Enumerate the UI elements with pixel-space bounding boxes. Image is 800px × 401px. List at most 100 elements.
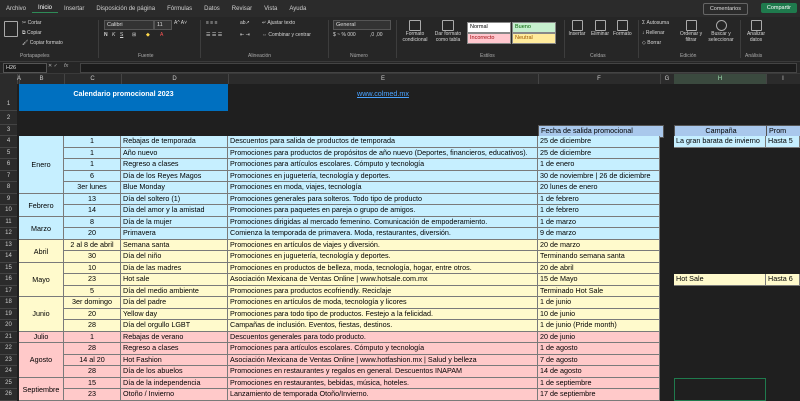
- event-cell[interactable]: Rebajas de temporada: [121, 136, 228, 148]
- row-header-5[interactable]: 5: [0, 147, 17, 159]
- release-date-cell[interactable]: Terminando semana santa: [538, 251, 660, 263]
- column-header-b[interactable]: B: [19, 74, 65, 84]
- day-cell[interactable]: 28: [64, 343, 121, 355]
- menu-ayuda[interactable]: Ayuda: [283, 6, 312, 12]
- event-cell[interactable]: Día del orgullo LGBT: [121, 320, 228, 332]
- font-color-icon[interactable]: A: [160, 32, 163, 38]
- italic-icon[interactable]: K: [112, 32, 115, 38]
- column-header-d[interactable]: D: [121, 74, 229, 84]
- row-header-1[interactable]: 1: [0, 84, 17, 111]
- promotion-cell[interactable]: Promociones en artículos de moda, tecnol…: [228, 297, 538, 309]
- release-date-cell[interactable]: 20 de abril: [538, 262, 660, 274]
- month-cell[interactable]: Abril: [19, 239, 64, 263]
- release-date-cell[interactable]: 20 de junio: [538, 331, 660, 343]
- promotion-cell[interactable]: Asociación Mexicana de Ventas Online | w…: [228, 354, 538, 366]
- insert-cells-button[interactable]: Insertar: [568, 20, 586, 37]
- row-header-15[interactable]: 15: [0, 262, 17, 274]
- day-cell[interactable]: 14: [64, 205, 121, 217]
- row-header-7[interactable]: 7: [0, 170, 17, 182]
- row-header-20[interactable]: 20: [0, 320, 17, 332]
- row-header-21[interactable]: 21: [0, 331, 17, 343]
- release-date-cell[interactable]: 1 de marzo: [538, 216, 660, 228]
- format-as-table-button[interactable]: Dar formato como tabla: [432, 20, 464, 43]
- row-header-13[interactable]: 13: [0, 239, 17, 251]
- column-header-h[interactable]: H: [674, 74, 767, 84]
- promotion-cell[interactable]: Promociones generales para solteros. Tod…: [228, 193, 538, 205]
- row-header-2[interactable]: 2: [0, 111, 17, 125]
- clear-button[interactable]: ◇ Borrar: [642, 40, 661, 46]
- release-date-cell[interactable]: 1 de febrero: [538, 205, 660, 217]
- spreadsheet-grid[interactable]: 1 2 3 4 5 6 7 8 9 10 11 12 13 14 15 16 17 18 19 20 21 22 23 24 2…: [0, 84, 800, 401]
- menu-insertar[interactable]: Insertar: [58, 6, 90, 12]
- day-cell[interactable]: 20: [64, 228, 121, 240]
- promotion-cell[interactable]: Promociones en restaurantes, bebidas, mú…: [228, 377, 538, 389]
- underline-icon[interactable]: S: [120, 32, 123, 38]
- promotion-cell[interactable]: Promociones para artículos escolares. Có…: [228, 343, 538, 355]
- day-cell[interactable]: 5: [64, 285, 121, 297]
- column-header-e[interactable]: E: [228, 74, 539, 84]
- release-date-cell[interactable]: 20 lunes de enero: [538, 182, 660, 194]
- row-header-24[interactable]: 24: [0, 366, 17, 378]
- month-cell[interactable]: Junio: [19, 297, 64, 332]
- row-header-26[interactable]: 26: [0, 389, 17, 401]
- menu-inicio[interactable]: Inicio: [32, 5, 59, 13]
- promotion-cell[interactable]: Promociones para artículos escolares. Có…: [228, 159, 538, 171]
- event-cell[interactable]: Día de la independencia: [121, 377, 228, 389]
- indent-icon[interactable]: ⇤ ⇥: [240, 32, 250, 38]
- row-header-18[interactable]: 18: [0, 297, 17, 309]
- font-grow-icon[interactable]: A^ A˅: [174, 20, 187, 26]
- event-cell[interactable]: Regreso a clases: [121, 343, 228, 355]
- calendar-title[interactable]: Calendario promocional 2023: [19, 84, 228, 111]
- row-header-10[interactable]: 10: [0, 205, 17, 217]
- release-date-cell[interactable]: 1 de enero: [538, 159, 660, 171]
- row-header-8[interactable]: 8: [0, 182, 17, 194]
- day-cell[interactable]: 6: [64, 170, 121, 182]
- paste-button[interactable]: [4, 21, 18, 37]
- promotion-cell[interactable]: Promociones en juguetería, tecnología y …: [228, 170, 538, 182]
- website-link[interactable]: www.colmed.mx: [228, 84, 538, 111]
- row-header-11[interactable]: 11: [0, 216, 17, 228]
- sort-filter-button[interactable]: Ordenar y filtrar: [678, 20, 704, 43]
- promotion-cell[interactable]: Lanzamiento de temporada Otoño/Invierno.: [228, 389, 538, 401]
- select-all-corner[interactable]: [0, 74, 18, 84]
- day-cell[interactable]: 23: [64, 389, 121, 401]
- promotion-cell[interactable]: Promociones en juguetería, tecnología y …: [228, 251, 538, 263]
- row-header-17[interactable]: 17: [0, 285, 17, 297]
- event-cell[interactable]: Día del niño: [121, 251, 228, 263]
- align-left-icon[interactable]: ☰ ☰ ☰: [206, 32, 222, 38]
- day-cell[interactable]: 1: [64, 331, 121, 343]
- promotion-cell[interactable]: Promociones en artículos de viajes y div…: [228, 239, 538, 251]
- release-date-cell[interactable]: 9 de marzo: [538, 228, 660, 240]
- event-cell[interactable]: Día de las madres: [121, 262, 228, 274]
- day-cell[interactable]: 2 al 8 de abril: [64, 239, 121, 251]
- release-date-cell[interactable]: 7 de agosto: [538, 354, 660, 366]
- campaign-cell[interactable]: Hot Sale: [674, 274, 766, 286]
- day-cell[interactable]: 14 al 20: [64, 354, 121, 366]
- release-date-cell[interactable]: 17 de septiembre: [538, 389, 660, 401]
- event-cell[interactable]: Primavera: [121, 228, 228, 240]
- find-select-button[interactable]: Buscar y seleccionar: [706, 20, 736, 43]
- month-cell[interactable]: Agosto: [19, 343, 64, 378]
- day-cell[interactable]: 10: [64, 262, 121, 274]
- event-cell[interactable]: Día del amor y la amistad: [121, 205, 228, 217]
- day-cell[interactable]: 3er domingo: [64, 297, 121, 309]
- release-date-cell[interactable]: 25 de diciembre: [538, 136, 660, 148]
- name-box[interactable]: H26: [3, 63, 47, 73]
- copy-button[interactable]: ⧉ Copiar: [22, 30, 42, 36]
- promotion-cell[interactable]: Asociación Mexicana de Ventas Online | w…: [228, 274, 538, 286]
- promotion-cell[interactable]: Comienza la temporada de primavera. Moda…: [228, 228, 538, 240]
- row-header-12[interactable]: 12: [0, 228, 17, 240]
- row-header-3[interactable]: 3: [0, 125, 17, 136]
- autosum-button[interactable]: Σ Autosuma: [642, 20, 669, 26]
- style-good[interactable]: Bueno: [512, 22, 556, 33]
- style-neutral[interactable]: Neutral: [512, 33, 556, 44]
- event-cell[interactable]: Día de los abuelos: [121, 366, 228, 378]
- release-date-cell[interactable]: 1 de junio (Pride month): [538, 320, 660, 332]
- share-button[interactable]: Compartir: [760, 3, 797, 13]
- style-bad[interactable]: Incorrecto: [467, 33, 511, 44]
- event-cell[interactable]: Semana santa: [121, 239, 228, 251]
- function-icon[interactable]: fx: [64, 63, 68, 69]
- menu-fórmulas[interactable]: Fórmulas: [161, 6, 198, 12]
- row-header-9[interactable]: 9: [0, 193, 17, 205]
- day-cell[interactable]: 3er lunes: [64, 182, 121, 194]
